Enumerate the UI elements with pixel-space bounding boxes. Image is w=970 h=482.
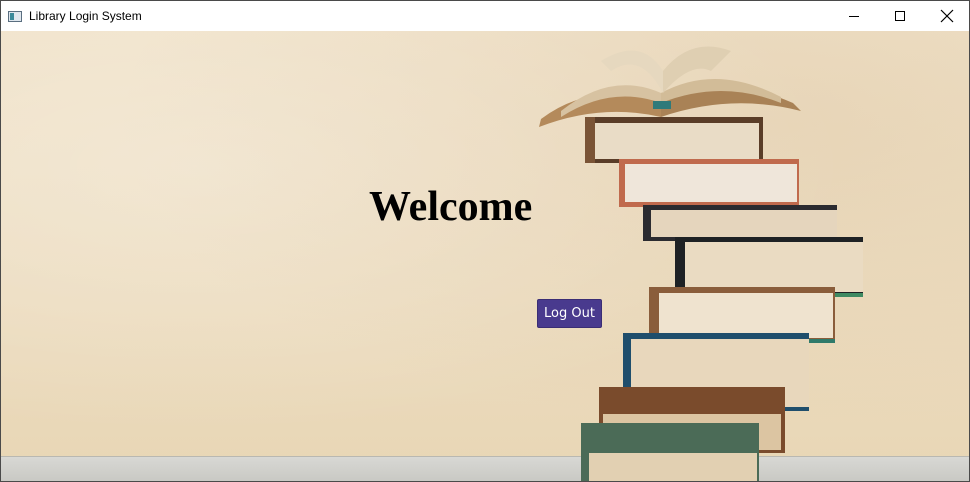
logout-button[interactable]: Log Out xyxy=(537,299,602,328)
minimize-icon xyxy=(849,16,859,17)
maximize-button[interactable] xyxy=(877,1,923,31)
maximize-icon xyxy=(895,11,905,21)
app-icon xyxy=(8,10,22,22)
window-controls xyxy=(831,1,969,31)
minimize-button[interactable] xyxy=(831,1,877,31)
window-title: Library Login System xyxy=(29,9,142,23)
book-stack-image xyxy=(539,46,863,481)
close-icon xyxy=(940,9,954,23)
title-bar[interactable]: Library Login System xyxy=(1,1,969,31)
welcome-heading: Welcome xyxy=(369,184,533,230)
close-button[interactable] xyxy=(923,1,969,31)
background-image: Welcome Log Out xyxy=(1,31,969,481)
app-window: Library Login System Welcome Log Out xyxy=(0,0,970,482)
